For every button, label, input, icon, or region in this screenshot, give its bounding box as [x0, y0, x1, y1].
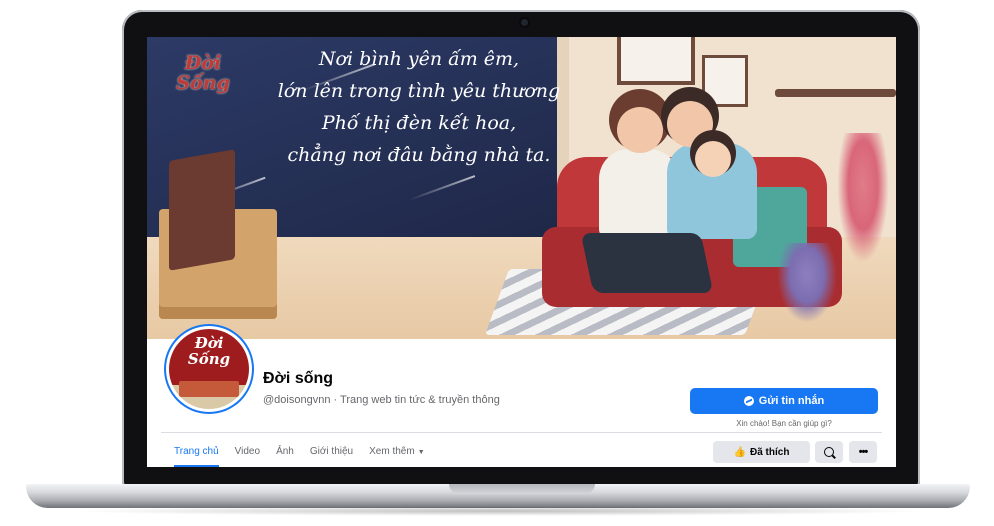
avatar-building [179, 381, 239, 397]
avatar[interactable]: Đời Sống [169, 329, 249, 409]
father-head [667, 101, 713, 147]
child-head [695, 141, 731, 177]
wall-picture-frame [617, 37, 695, 85]
profile-header: Đời Sống Đời sống @doisongvnn · Trang we… [147, 329, 896, 467]
wall-shelf [775, 89, 896, 97]
page-title[interactable]: Đời sống [263, 370, 333, 388]
search-button[interactable] [815, 441, 843, 463]
tab-about[interactable]: Giới thiệu [310, 439, 353, 467]
camera-icon [521, 19, 528, 26]
page-subtitle: @doisongvnn · Trang web tin tức & truyền… [263, 394, 500, 406]
family-legs [580, 233, 714, 293]
divider [161, 432, 882, 433]
avatar-logo-text: Đời Sống [187, 334, 231, 368]
tab-photos[interactable]: Ảnh [276, 439, 294, 467]
television [169, 149, 235, 271]
poem-line: chẳng nơi đâu bằng nhà ta. [287, 144, 551, 166]
wall-picture-frame [702, 55, 748, 107]
tab-more[interactable]: Xem thêm ▼ [369, 439, 425, 467]
caret-down-icon: ▼ [417, 449, 425, 456]
laptop-base-notch [449, 484, 595, 494]
greeting-text: Xin chào! Bạn cần giúp gì? [736, 419, 832, 428]
liked-button[interactable]: 👍 Đã thích [713, 441, 810, 463]
liked-label: Đã thích [750, 446, 790, 458]
page-tabs: Trang chủ Video Ảnh Giới thiệu Xem thêm ▼ [174, 439, 441, 467]
tab-home[interactable]: Trang chủ [174, 439, 219, 467]
purple-plant [777, 243, 837, 323]
more-dots-icon: ••• [858, 446, 869, 458]
cover-photo[interactable]: Đời Sống Nơi bình yên ấm êm, lớn lên tro… [147, 37, 896, 339]
cover-poem: Nơi bình yên ấm êm, lớn lên trong tình y… [259, 43, 579, 171]
laptop-shadow [70, 506, 930, 516]
thumbs-up-icon: 👍 [733, 446, 746, 458]
mother-head [617, 107, 663, 153]
more-options-button[interactable]: ••• [849, 441, 877, 463]
tab-more-label: Xem thêm [369, 446, 415, 457]
pink-plant [837, 133, 889, 263]
tab-video[interactable]: Video [235, 439, 260, 467]
laptop-screen: Đời Sống Nơi bình yên ấm êm, lớn lên tro… [147, 37, 896, 467]
search-icon [824, 447, 834, 457]
poem-line: Phố thị đèn kết hoa, [321, 112, 517, 134]
send-message-button[interactable]: Gửi tin nhắn [690, 388, 878, 414]
cover-logo: Đời Sống [176, 52, 230, 94]
poem-line: Nơi bình yên ấm êm, [318, 48, 520, 70]
send-message-label: Gửi tin nhắn [758, 395, 825, 407]
messenger-icon [743, 396, 754, 406]
poem-line: lớn lên trong tình yêu thương [277, 80, 561, 102]
